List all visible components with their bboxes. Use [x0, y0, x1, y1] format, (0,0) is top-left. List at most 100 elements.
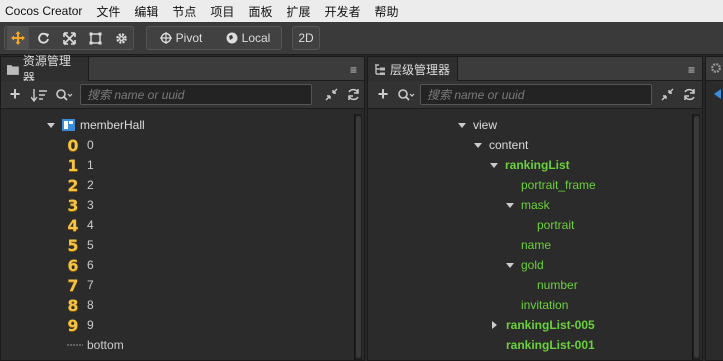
add-asset-icon[interactable]: + — [8, 84, 22, 104]
hierarchy-menu-icon[interactable]: ≡ — [688, 63, 695, 77]
asset-label: 8 — [87, 298, 94, 312]
menu-node[interactable]: 节点 — [166, 3, 204, 20]
search-filter-icon[interactable] — [397, 88, 415, 102]
list-item[interactable]: 22 — [67, 175, 94, 195]
list-item[interactable]: 88 — [67, 295, 94, 315]
scale-icon — [62, 31, 76, 45]
local-toggle-button[interactable]: Local — [220, 27, 276, 49]
list-item[interactable] — [67, 355, 81, 360]
menu-extension[interactable]: 扩展 — [280, 3, 318, 20]
rotate-icon — [37, 32, 49, 44]
list-item[interactable]: 99 — [67, 315, 94, 335]
assets-tab[interactable]: 资源管理器 — [1, 54, 89, 85]
node-label: rankingList — [505, 158, 570, 172]
menu-file[interactable]: 文件 — [90, 3, 128, 20]
sprite-icon: 3 — [67, 195, 79, 215]
pivot-label: Pivot — [175, 31, 203, 45]
menu-edit[interactable]: 编辑 — [128, 3, 166, 20]
scale-tool-button[interactable] — [58, 27, 80, 49]
sprite-icon: 4 — [67, 215, 79, 235]
tree-node-portrait-frame[interactable]: portrait_frame — [521, 175, 596, 195]
tree-node-mask[interactable]: mask — [506, 195, 550, 215]
tree-node-content[interactable]: content — [474, 135, 528, 155]
hierarchy-search-input[interactable] — [420, 84, 652, 105]
menu-help[interactable]: 帮助 — [368, 3, 406, 20]
tree-node-number[interactable]: number — [537, 275, 578, 295]
assets-menu-icon[interactable]: ≡ — [350, 63, 357, 77]
rect-icon — [89, 32, 101, 44]
node-label: invitation — [521, 298, 569, 312]
transform-settings-button[interactable] — [110, 27, 132, 49]
list-item[interactable]: 77 — [67, 275, 94, 295]
rotate-tool-button[interactable] — [32, 27, 54, 49]
add-node-icon[interactable]: + — [376, 84, 390, 104]
move-tool-button[interactable] — [7, 27, 29, 49]
node-label: portrait — [537, 218, 575, 232]
asset-label: 2 — [87, 178, 94, 192]
hierarchy-tab[interactable]: 层级管理器 — [368, 57, 458, 81]
expand-arrow-icon[interactable] — [458, 122, 466, 128]
tree-folder-memberhall[interactable]: memberHall — [47, 115, 145, 135]
list-item[interactable]: 11 — [67, 155, 94, 175]
pivot-toggle-button[interactable]: Pivot — [152, 27, 210, 49]
expand-arrow-icon[interactable] — [506, 262, 514, 268]
list-item[interactable]: 55 — [67, 235, 93, 255]
menu-developer[interactable]: 开发者 — [318, 3, 368, 20]
collapse-all-icon[interactable] — [324, 87, 339, 102]
list-item[interactable]: 00 — [67, 135, 94, 155]
tree-node-invitation[interactable]: invitation — [521, 295, 568, 315]
move-icon — [11, 31, 25, 45]
asset-label: bottom — [87, 338, 124, 352]
tree-node-view[interactable]: view — [458, 115, 497, 135]
node-label: rankingList-005 — [506, 318, 595, 332]
asset-label: 0 — [87, 138, 94, 152]
assets-scrollbar[interactable] — [354, 114, 362, 360]
gear-icon[interactable] — [710, 62, 722, 74]
tree-node-rankinglist-001[interactable]: rankingList-001 — [506, 335, 595, 355]
expand-panel-arrow-icon[interactable] — [713, 89, 721, 99]
list-item[interactable]: bottom — [67, 335, 124, 355]
tree-node-gold[interactable]: gold — [506, 255, 544, 275]
atlas-icon — [62, 119, 75, 131]
expand-arrow-icon[interactable] — [506, 202, 514, 208]
tree-node-rankinglist[interactable]: rankingList — [490, 155, 570, 175]
tree-node-portrait[interactable]: portrait — [537, 215, 574, 235]
scrollbar-thumb[interactable] — [356, 116, 361, 358]
sort-icon[interactable] — [30, 88, 48, 102]
hierarchy-scrollbar[interactable] — [692, 114, 700, 360]
2d-mode-button[interactable]: 2D — [294, 27, 318, 49]
asset-label: 1 — [87, 158, 94, 172]
menu-panel[interactable]: 面板 — [242, 3, 280, 20]
tree-node-name[interactable]: name — [521, 235, 551, 255]
node-label: view — [473, 118, 498, 132]
expand-arrow-icon[interactable] — [474, 142, 482, 148]
menu-project[interactable]: 项目 — [204, 3, 242, 20]
scrollbar-thumb[interactable] — [694, 116, 699, 358]
refresh-icon[interactable] — [346, 87, 361, 102]
asset-label: 4 — [87, 218, 94, 232]
expand-arrow-icon[interactable] — [490, 162, 498, 168]
refresh-icon[interactable] — [682, 87, 697, 102]
hierarchy-tree: view content rankingList portrait_frame … — [368, 110, 702, 360]
assets-search-input[interactable] — [80, 84, 312, 105]
list-item[interactable]: 66 — [67, 255, 93, 275]
search-filter-icon[interactable] — [55, 88, 73, 102]
collapse-arrow-icon[interactable] — [492, 321, 497, 329]
assets-panel: 资源管理器 ≡ + memberHall 00 11 22 33 44 55 6… — [0, 54, 365, 361]
rect-tool-button[interactable] — [84, 27, 106, 49]
expand-arrow-icon[interactable] — [47, 122, 55, 128]
asset-label: 9 — [87, 318, 94, 332]
collapse-all-icon[interactable] — [660, 87, 675, 102]
inspector-panel-header — [706, 57, 723, 81]
hierarchy-toolbar: + — [368, 81, 702, 109]
assets-toolbar: + — [1, 81, 364, 109]
assets-tree: memberHall 00 11 22 33 44 55 66 77 88 99… — [1, 110, 364, 360]
node-label: portrait_frame — [521, 178, 596, 192]
asset-label: 7 — [87, 278, 94, 292]
list-item[interactable]: 44 — [67, 215, 94, 235]
hierarchy-icon — [375, 63, 385, 75]
node-label: content — [489, 138, 529, 152]
tree-node-rankinglist-005[interactable]: rankingList-005 — [492, 315, 595, 335]
list-item[interactable]: 33 — [67, 195, 93, 215]
node-label: gold — [521, 258, 544, 272]
